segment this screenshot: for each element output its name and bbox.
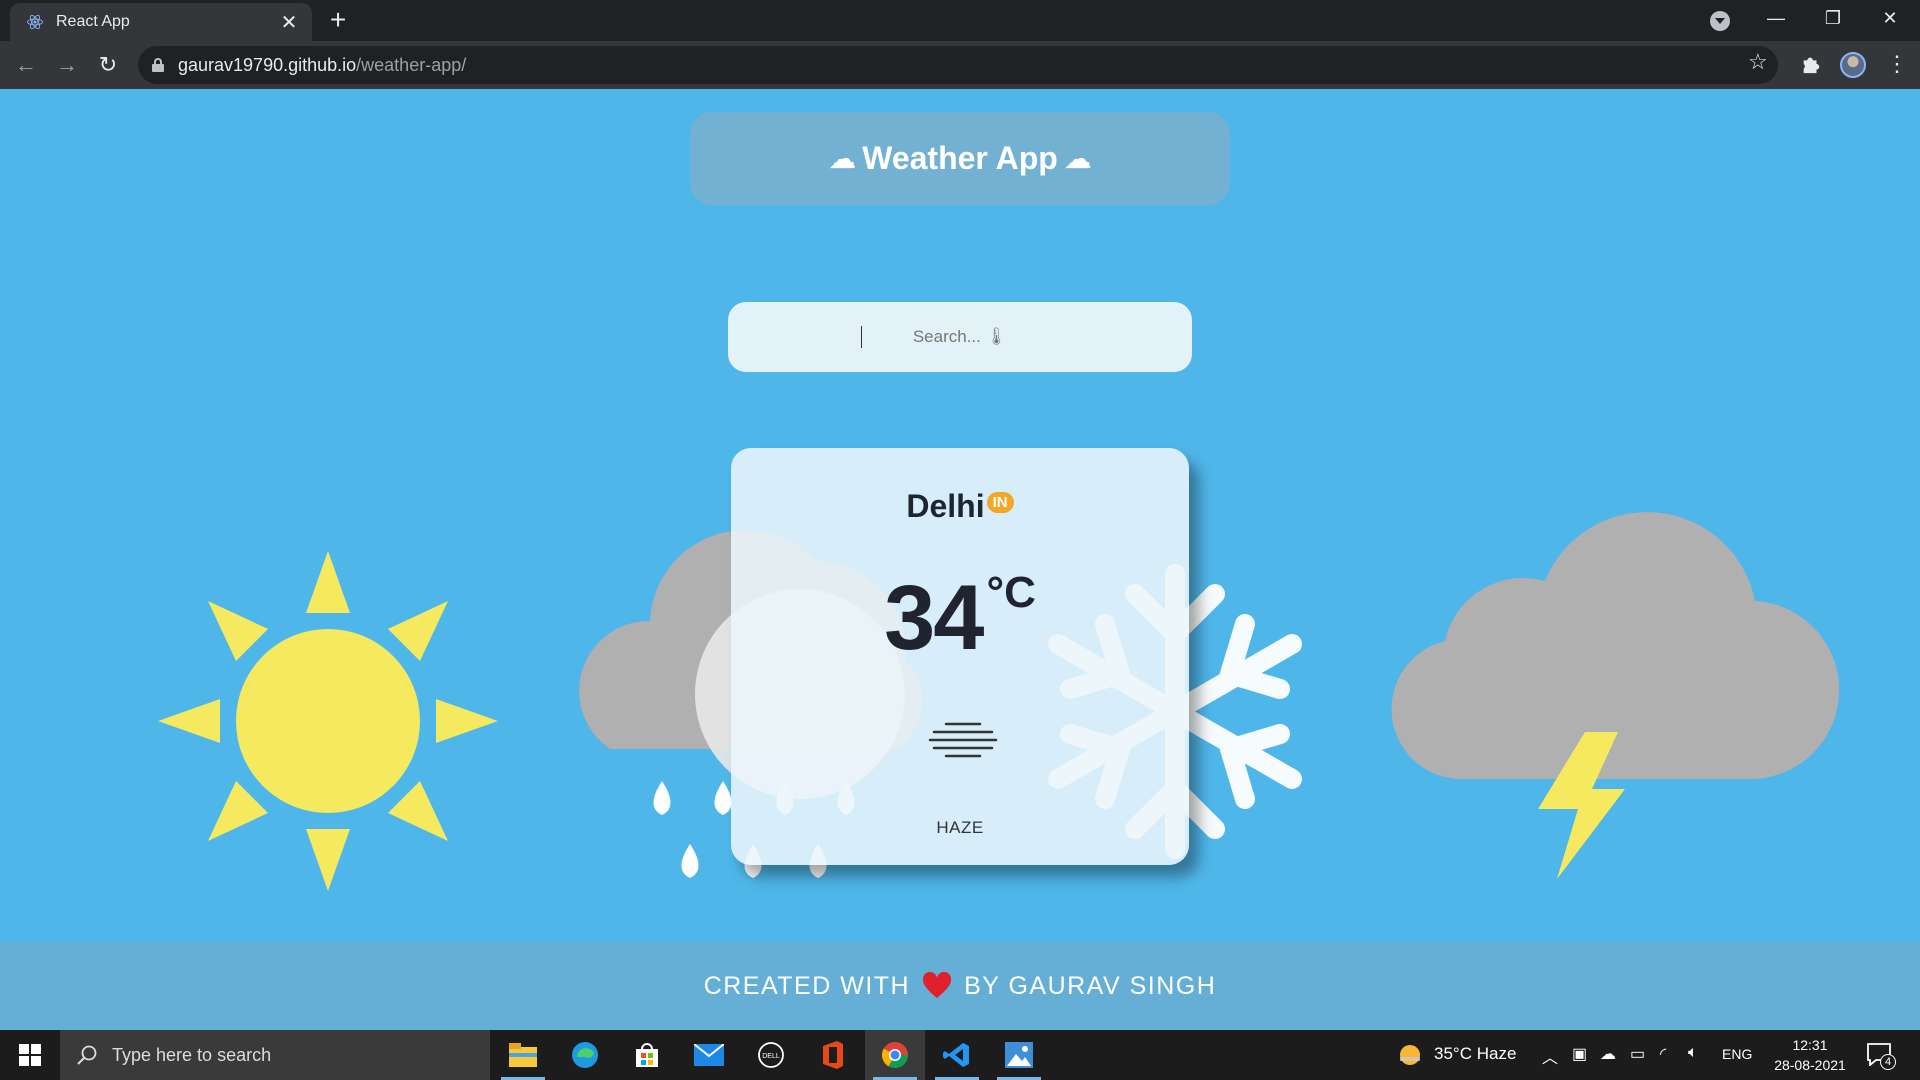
plus-icon[interactable]: + xyxy=(324,6,352,34)
search-icon xyxy=(77,1045,97,1065)
footer-author-text: BY GAURAV SINGH xyxy=(964,971,1217,1000)
star-icon[interactable]: ☆ xyxy=(1748,49,1768,75)
url-host: gaurav19790.github.io xyxy=(178,54,357,75)
weather-page: ☁ Weather App ☁ DelhiIN 34°C HAZE CREATE… xyxy=(0,89,1920,1030)
location: Delhi IN xyxy=(731,488,1189,525)
weather-card: Delhi IN 34°C HAZE xyxy=(731,448,1189,865)
chrome-icon[interactable] xyxy=(865,1030,925,1080)
temperature-value: 34 xyxy=(884,567,984,669)
edge-icon[interactable] xyxy=(555,1030,615,1080)
avatar[interactable] xyxy=(1840,52,1866,78)
lock-icon[interactable] xyxy=(152,58,164,72)
windows-start-icon[interactable] xyxy=(0,1030,60,1080)
text-caret xyxy=(861,326,862,348)
thunder-cloud-icon xyxy=(1391,512,1840,879)
weather-sun-icon[interactable] xyxy=(1398,1043,1422,1072)
language-indicator[interactable]: ENG xyxy=(1722,1046,1752,1062)
onedrive-icon[interactable]: ☁ xyxy=(1600,1044,1616,1064)
battery-icon[interactable]: ▭ xyxy=(1630,1044,1645,1064)
browser-tab[interactable]: React App ✕ xyxy=(10,3,312,41)
volume-icon[interactable]: 🔈︎ xyxy=(1688,1044,1698,1062)
minimize-icon[interactable]: — xyxy=(1761,8,1791,29)
city-name: Delhi xyxy=(906,488,985,524)
tab-title: React App xyxy=(56,13,130,30)
back-icon[interactable]: ← xyxy=(10,49,42,81)
notification-count: 4 xyxy=(1880,1054,1896,1070)
cloud-icon: ☁ xyxy=(1063,143,1092,174)
footer: CREATED WITH BY GAURAV SINGH xyxy=(0,942,1920,1030)
window-close-icon[interactable]: ✕ xyxy=(1875,8,1905,29)
wifi-icon[interactable]: ◜ xyxy=(1660,1044,1666,1064)
weather-condition: HAZE xyxy=(936,818,984,837)
taskbar-search-placeholder: Type here to search xyxy=(112,1044,272,1065)
clock-time: 12:31 xyxy=(1792,1037,1828,1053)
store-icon[interactable] xyxy=(617,1030,677,1080)
restore-icon[interactable]: ❐ xyxy=(1818,8,1848,29)
sun-icon xyxy=(158,551,498,891)
taskbar-clock[interactable]: 12:31 28-08-2021 xyxy=(1762,1035,1858,1075)
close-icon[interactable]: ✕ xyxy=(278,10,300,35)
haze-icon xyxy=(928,722,998,758)
heart-icon xyxy=(923,972,952,998)
app-header: ☁ Weather App ☁ xyxy=(690,112,1230,205)
browser-tab-bar: React App ✕ + — ❐ ✕ xyxy=(0,0,1920,41)
address-bar[interactable]: gaurav19790.github.io/weather-app/ xyxy=(138,46,1778,84)
clock-date: 28-08-2021 xyxy=(1774,1057,1846,1073)
temperature: 34°C xyxy=(731,566,1189,671)
temperature-unit: °C xyxy=(986,568,1036,617)
mail-icon[interactable] xyxy=(679,1030,739,1080)
forward-icon[interactable]: → xyxy=(51,49,83,81)
browser-toolbar: ← → ↻ gaurav19790.github.io/weather-app/… xyxy=(0,41,1920,89)
puzzle-icon[interactable] xyxy=(1800,53,1822,75)
taskbar-weather[interactable]: 35°C Haze xyxy=(1434,1044,1516,1064)
reload-icon[interactable]: ↻ xyxy=(92,49,124,81)
menu-icon[interactable]: ⋮ xyxy=(1886,51,1908,77)
cloud-icon: ☁ xyxy=(828,143,857,174)
page-title: Weather App xyxy=(862,140,1058,176)
meet-now-icon[interactable]: ▣ xyxy=(1572,1044,1587,1064)
vscode-icon[interactable] xyxy=(927,1030,987,1080)
taskbar-search-box[interactable]: Type here to search xyxy=(60,1030,490,1080)
photos-icon[interactable] xyxy=(989,1030,1049,1080)
taskbar: Type here to search DELL 35°C Haze ︿ ▣ ☁… xyxy=(0,1030,1920,1080)
url-path: /weather-app/ xyxy=(356,54,467,75)
office-icon[interactable] xyxy=(803,1030,863,1080)
dell-icon[interactable]: DELL xyxy=(741,1030,801,1080)
chevron-up-icon[interactable]: ︿ xyxy=(1542,1044,1558,1068)
country-badge: IN xyxy=(986,492,1014,513)
tab-search-icon[interactable] xyxy=(1710,11,1730,31)
react-icon xyxy=(27,14,43,30)
svg-text:DELL: DELL xyxy=(762,1053,780,1060)
file-explorer-icon[interactable] xyxy=(493,1030,553,1080)
search-input[interactable] xyxy=(728,302,1192,372)
footer-created-text: CREATED WITH xyxy=(703,971,911,1000)
